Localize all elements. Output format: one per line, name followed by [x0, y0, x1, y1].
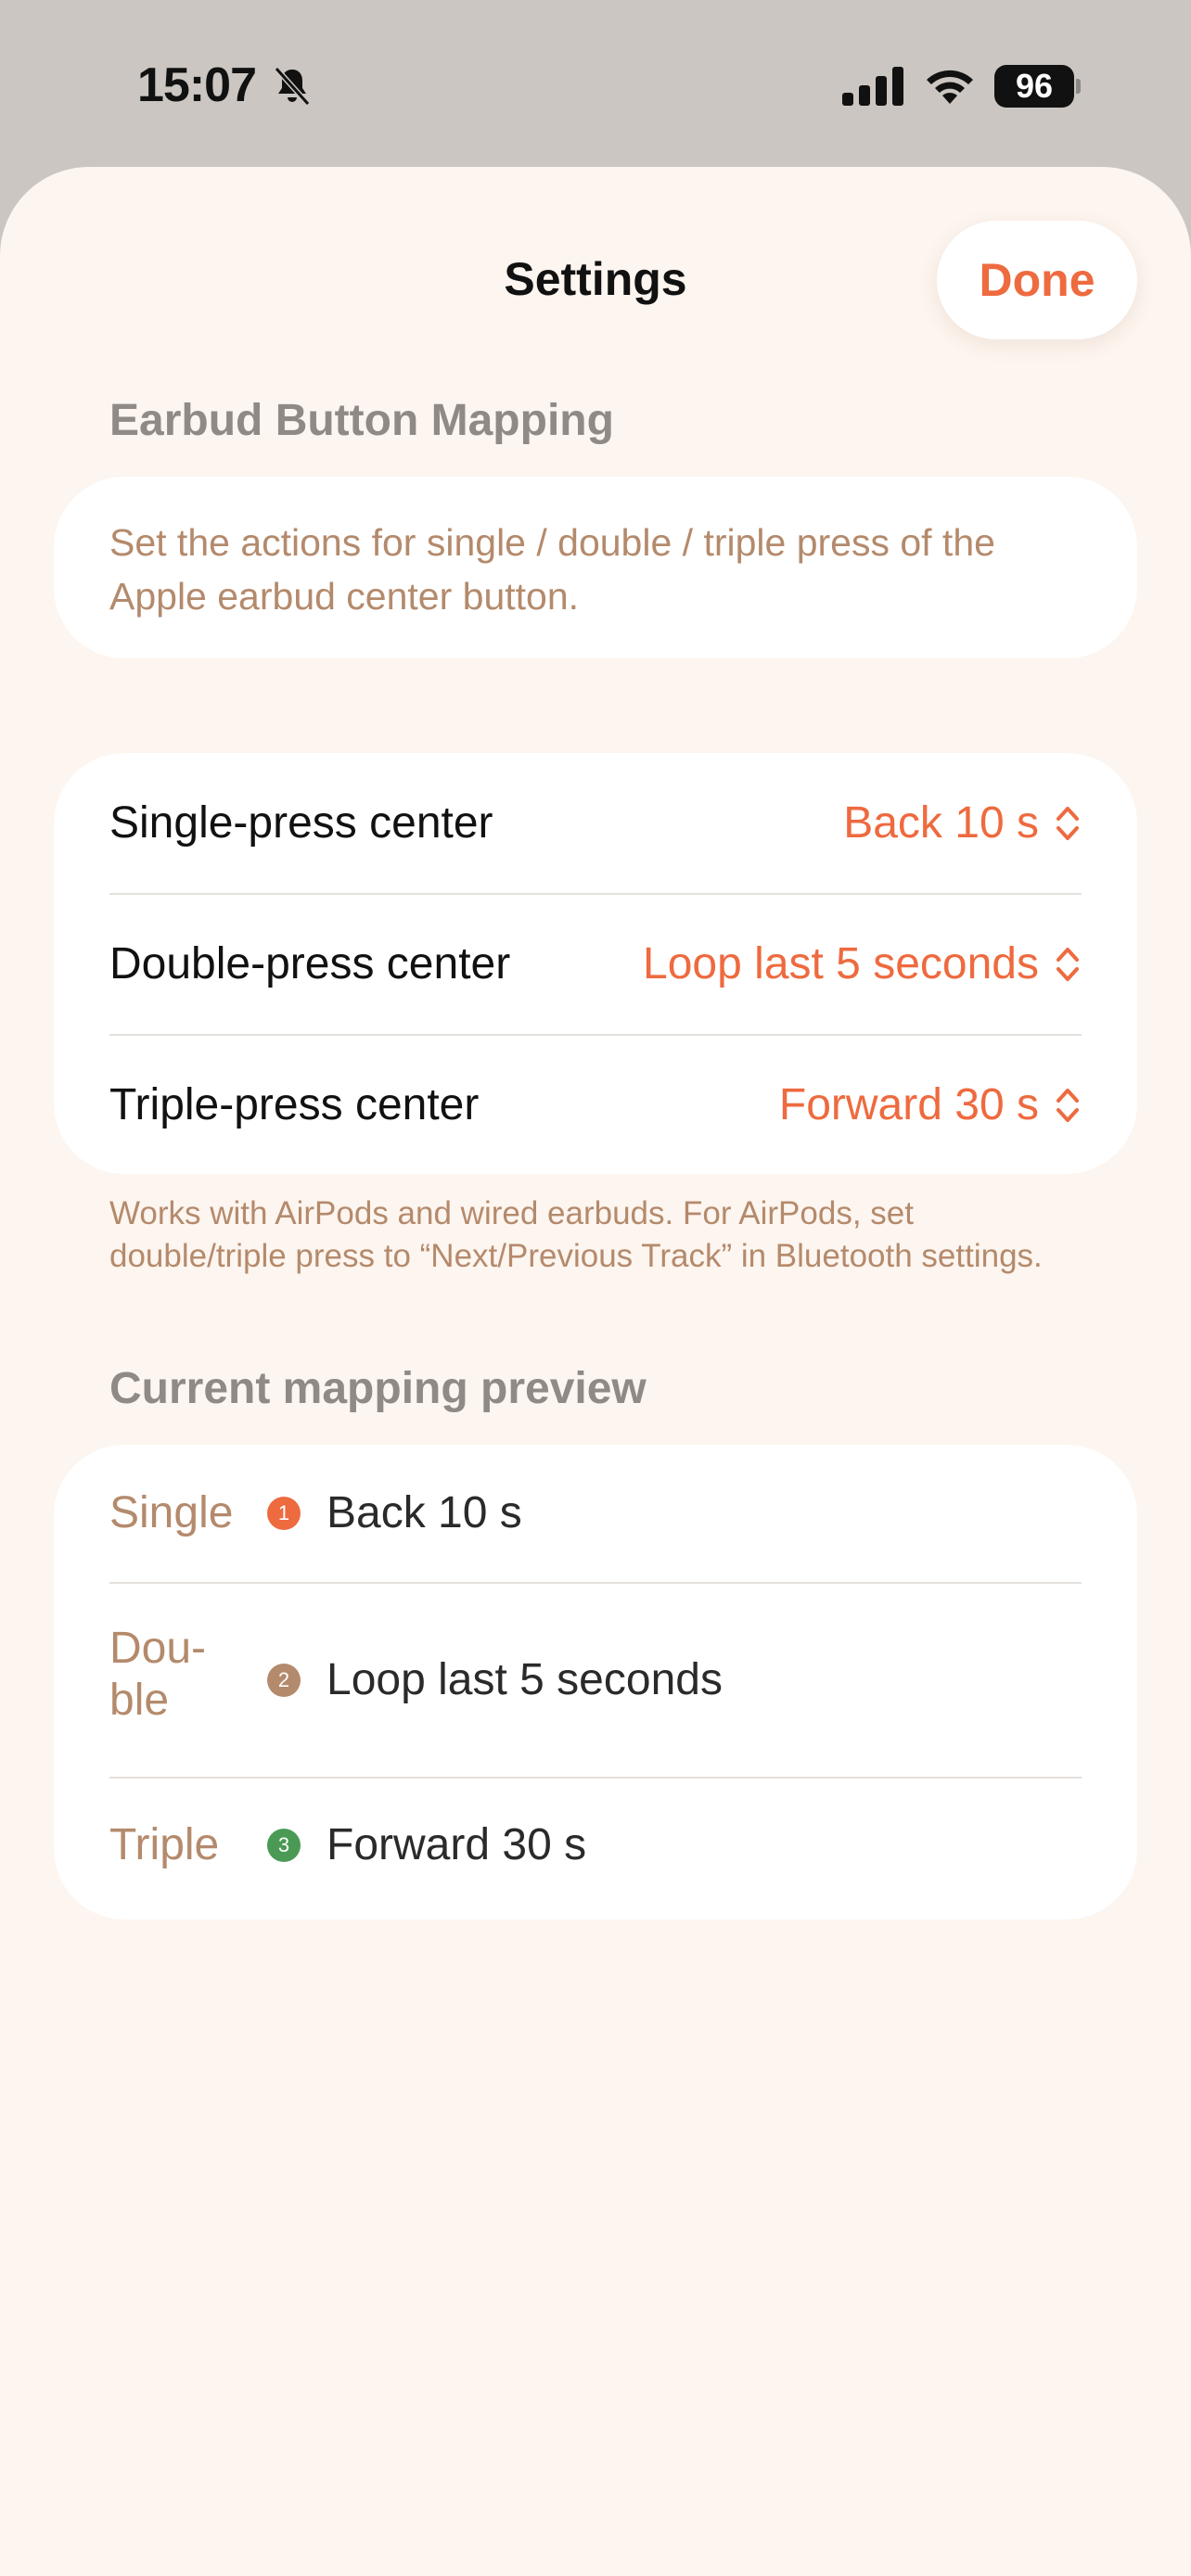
done-button[interactable]: Done: [937, 221, 1137, 339]
chevron-up-down-icon: [1057, 1088, 1079, 1122]
preview-value-single: Back 10 s: [327, 1488, 522, 1537]
bell-slash-icon: [274, 66, 311, 107]
triple-press-row[interactable]: Triple-press center Forward 30 s: [109, 1035, 1082, 1175]
preview-value-triple: Forward 30 s: [327, 1820, 587, 1869]
wifi-icon: [927, 70, 973, 104]
chevron-up-down-icon: [1057, 806, 1079, 840]
preview-label-double: Dou- ble: [109, 1624, 207, 1725]
status-bar: 15:07 96: [0, 0, 1191, 167]
preview-value-double: Loop last 5 seconds: [327, 1655, 723, 1704]
single-press-row[interactable]: Single-press center Back 10 s: [109, 753, 1082, 893]
preview-row-triple: Triple 3 Forward 30 s: [109, 1779, 1082, 1919]
triple-press-label: Triple-press center: [109, 1080, 480, 1129]
preview-card: Single 1 Back 10 s Dou- ble 2 Loop last …: [54, 1445, 1137, 1919]
triple-press-picker[interactable]: Forward 30 s: [779, 1035, 1082, 1175]
chevron-up-down-icon: [1057, 947, 1079, 981]
description-text: Set the actions for single / double / tr…: [109, 521, 995, 618]
section-header-preview: Current mapping preview: [109, 1364, 647, 1413]
badge-1-icon: 1: [267, 1497, 301, 1530]
double-press-picker[interactable]: Loop last 5 seconds: [643, 894, 1082, 1034]
compatibility-footnote: Works with AirPods and wired earbuds. Fo…: [109, 1195, 1043, 1274]
preview-label-single: Single: [109, 1488, 234, 1537]
badge-3-icon: 3: [267, 1829, 301, 1862]
description-card: Set the actions for single / double / tr…: [54, 477, 1137, 658]
status-time: 15:07: [137, 58, 257, 112]
double-press-label: Double-press center: [109, 939, 511, 988]
single-press-label: Single-press center: [109, 798, 493, 848]
preview-row-single: Single 1 Back 10 s: [109, 1445, 1082, 1582]
settings-sheet: Settings Done Earbud Button Mapping Set …: [0, 167, 1191, 2576]
single-press-picker[interactable]: Back 10 s: [843, 753, 1082, 893]
double-press-value: Loop last 5 seconds: [643, 939, 1039, 988]
battery-icon: 96: [994, 65, 1081, 108]
badge-2-icon: 2: [267, 1664, 301, 1697]
preview-label-triple: Triple: [109, 1820, 220, 1869]
preview-row-double: Dou- ble 2 Loop last 5 seconds: [109, 1584, 1082, 1777]
battery-level: 96: [994, 65, 1074, 108]
single-press-value: Back 10 s: [843, 798, 1039, 848]
double-press-row[interactable]: Double-press center Loop last 5 seconds: [109, 894, 1082, 1034]
section-header-button-mapping: Earbud Button Mapping: [109, 396, 614, 445]
mapping-card: Single-press center Back 10 s Double-pre…: [54, 753, 1137, 1174]
triple-press-value: Forward 30 s: [778, 1080, 1039, 1129]
signal-icon: [842, 67, 903, 106]
